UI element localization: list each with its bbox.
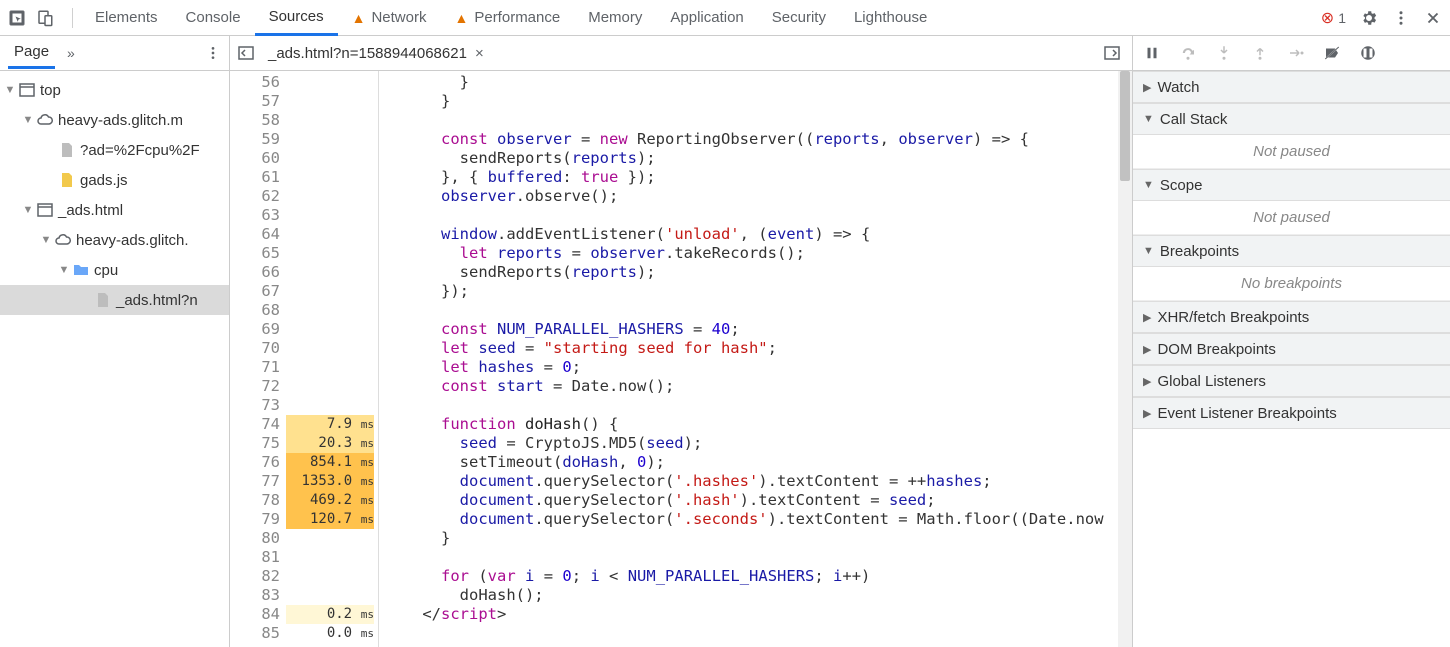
- warn-icon: ▲: [352, 10, 366, 26]
- section-xhr[interactable]: ▶XHR/fetch Breakpoints: [1133, 301, 1450, 333]
- settings-icon[interactable]: [1360, 9, 1378, 27]
- step-into-icon[interactable]: [1215, 44, 1233, 62]
- frame-icon: [18, 81, 36, 99]
- tab-sources[interactable]: Sources: [255, 0, 338, 36]
- step-out-icon[interactable]: [1251, 44, 1269, 62]
- more-menu-icon[interactable]: [1392, 9, 1410, 27]
- pause-icon[interactable]: [1143, 44, 1161, 62]
- section-global[interactable]: ▶Global Listeners: [1133, 365, 1450, 397]
- debugger-pane: ▶Watch ▼Call Stack Not paused ▼Scope Not…: [1133, 36, 1450, 647]
- tree-folder[interactable]: ▼cpu: [0, 255, 229, 285]
- tab-security[interactable]: Security: [758, 0, 840, 36]
- section-breakpoints[interactable]: ▼Breakpoints: [1133, 235, 1450, 267]
- scope-body: Not paused: [1133, 201, 1450, 235]
- sidebar-more-icon[interactable]: [205, 45, 221, 61]
- section-event[interactable]: ▶Event Listener Breakpoints: [1133, 397, 1450, 429]
- tree-file-selected[interactable]: _ads.html?n: [0, 285, 229, 315]
- cloud-icon: [54, 231, 72, 249]
- js-file-icon: [58, 171, 76, 189]
- section-dom[interactable]: ▶DOM Breakpoints: [1133, 333, 1450, 365]
- sidebar-tab-page[interactable]: Page: [8, 37, 55, 69]
- tree-origin[interactable]: ▼heavy-ads.glitch.m: [0, 105, 229, 135]
- tab-application[interactable]: Application: [656, 0, 757, 36]
- breakpoints-body: No breakpoints: [1133, 267, 1450, 301]
- file-icon: [94, 291, 112, 309]
- file-tree: ▼top ▼heavy-ads.glitch.m ?ad=%2Fcpu%2F g…: [0, 71, 229, 647]
- section-watch[interactable]: ▶Watch: [1133, 71, 1450, 103]
- file-icon: [58, 141, 76, 159]
- close-icon[interactable]: [1424, 9, 1442, 27]
- inspect-icon[interactable]: [8, 9, 26, 27]
- more-tabs-icon[interactable]: »: [67, 45, 75, 61]
- folder-icon: [72, 261, 90, 279]
- line-gutter: 5657585960616263646566676869707172737475…: [230, 71, 286, 647]
- debugger-toolbar: [1133, 36, 1450, 71]
- close-tab-icon[interactable]: ×: [475, 45, 484, 62]
- editor-file-tab[interactable]: _ads.html?n=1588944068621 ×: [260, 45, 492, 62]
- editor-pane: _ads.html?n=1588944068621 × 565758596061…: [230, 36, 1133, 647]
- cloud-icon: [36, 111, 54, 129]
- callstack-body: Not paused: [1133, 135, 1450, 169]
- tree-top[interactable]: ▼top: [0, 75, 229, 105]
- deactivate-breakpoints-icon[interactable]: [1323, 44, 1341, 62]
- pause-on-exceptions-icon[interactable]: [1359, 44, 1377, 62]
- sources-sidebar: Page » ▼top ▼heavy-ads.glitch.m ?ad=%2Fc…: [0, 36, 230, 647]
- timing-gutter: 7.9 ms20.3 ms854.1 ms1353.0 ms469.2 ms12…: [286, 71, 378, 647]
- tab-lighthouse[interactable]: Lighthouse: [840, 0, 941, 36]
- tab-elements[interactable]: Elements: [81, 0, 172, 36]
- tab-performance[interactable]: ▲Performance: [440, 0, 574, 36]
- tree-frame[interactable]: ▼_ads.html: [0, 195, 229, 225]
- step-over-icon[interactable]: [1179, 44, 1197, 62]
- step-icon[interactable]: [1287, 44, 1305, 62]
- error-dot-icon: ⊗: [1321, 8, 1334, 28]
- frame-icon: [36, 201, 54, 219]
- tab-memory[interactable]: Memory: [574, 0, 656, 36]
- device-toggle-icon[interactable]: [36, 9, 54, 27]
- tree-origin[interactable]: ▼heavy-ads.glitch.: [0, 225, 229, 255]
- tree-file[interactable]: gads.js: [0, 165, 229, 195]
- tab-console[interactable]: Console: [172, 0, 255, 36]
- vertical-scrollbar[interactable]: [1118, 71, 1132, 647]
- warn-icon: ▲: [454, 10, 468, 26]
- devtools-top-tabs: Elements Console Sources ▲Network ▲Perfo…: [0, 0, 1450, 36]
- tab-network[interactable]: ▲Network: [338, 0, 441, 36]
- error-badge[interactable]: ⊗1: [1321, 8, 1346, 28]
- section-callstack[interactable]: ▼Call Stack: [1133, 103, 1450, 135]
- section-scope[interactable]: ▼Scope: [1133, 169, 1450, 201]
- nav-forward-icon[interactable]: [1102, 43, 1122, 63]
- tree-file[interactable]: ?ad=%2Fcpu%2F: [0, 135, 229, 165]
- scrollbar-thumb[interactable]: [1120, 71, 1130, 181]
- code-content[interactable]: } } const observer = new ReportingObserv…: [378, 71, 1132, 647]
- nav-back-icon[interactable]: [236, 43, 256, 63]
- code-editor[interactable]: 5657585960616263646566676869707172737475…: [230, 71, 1132, 647]
